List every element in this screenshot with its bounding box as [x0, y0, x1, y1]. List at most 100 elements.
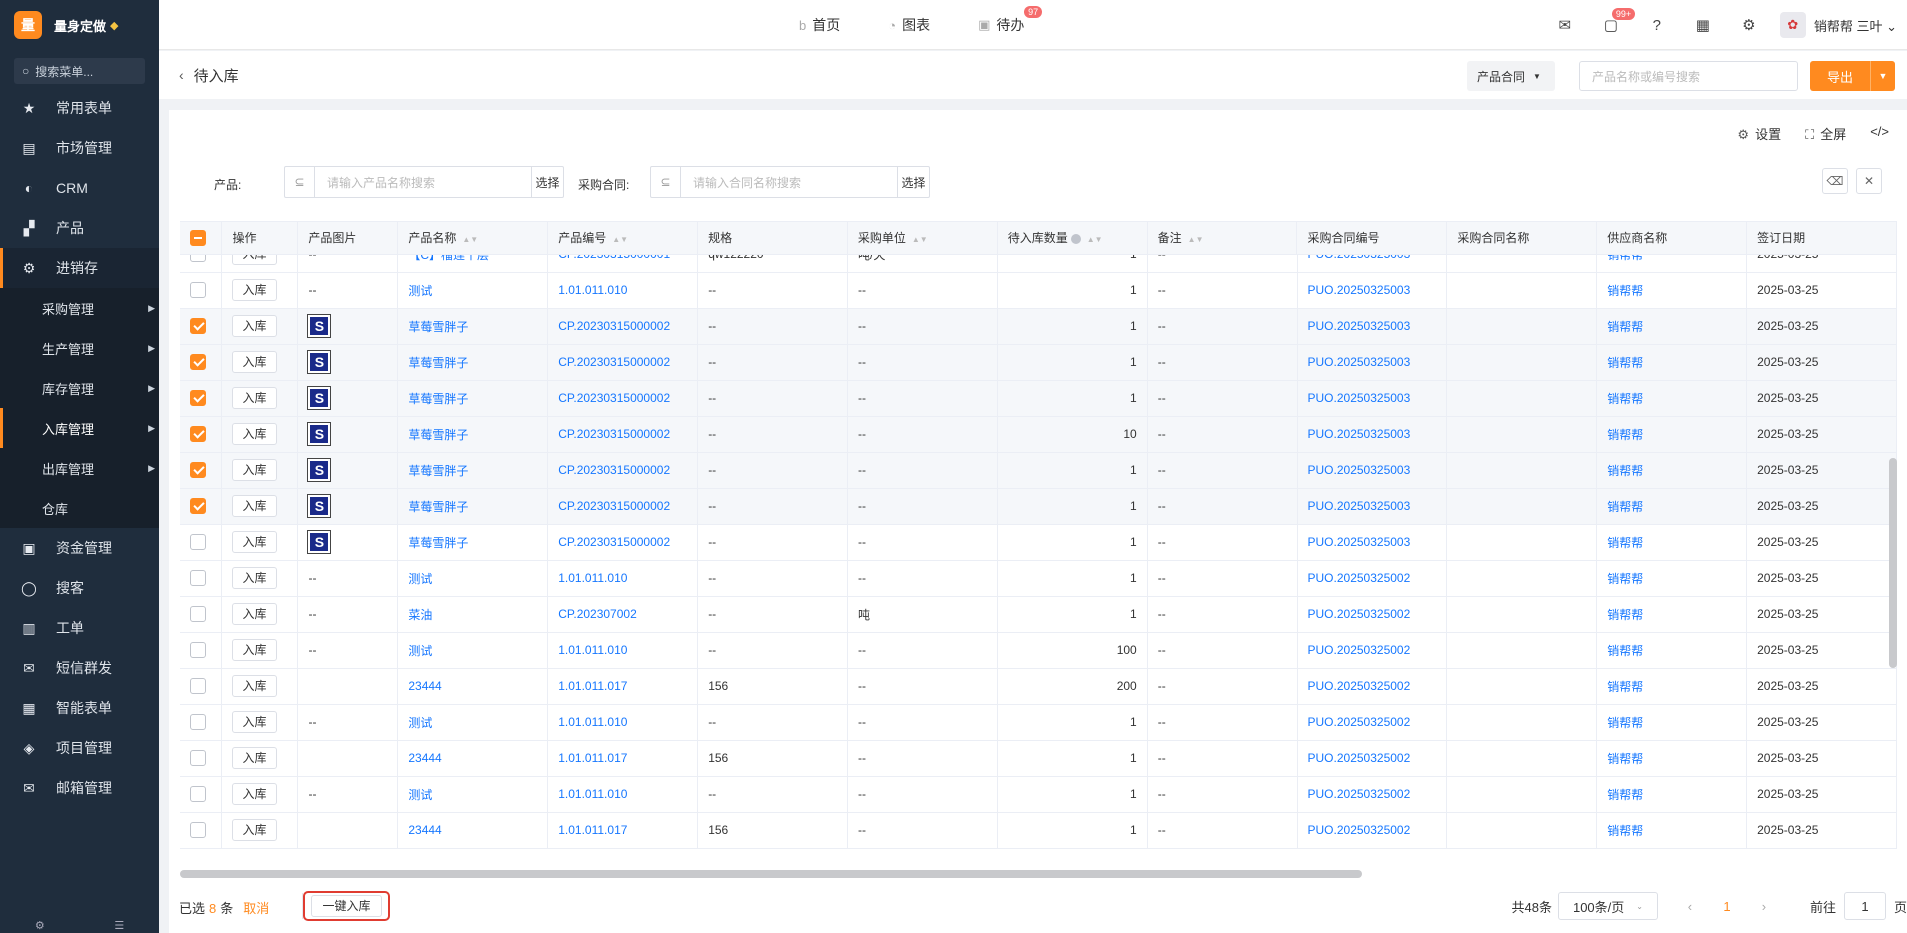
menu-search-input[interactable]: ○ 搜索菜单... [14, 58, 145, 84]
goto-page-input[interactable]: 1 [1843, 892, 1886, 920]
contract-pick-button[interactable]: 选择 [897, 167, 929, 197]
column-header-sortable[interactable]: 产品编号 ▲▼ [547, 222, 699, 255]
submenu-inbound[interactable]: 入库管理 ▶ [0, 408, 159, 448]
contract-no-link[interactable]: PUO.20250325003 [1297, 344, 1448, 381]
settings-icon[interactable]: ⚙ [35, 919, 45, 933]
fullscreen-button[interactable]: ⛶ 全屏 [1805, 124, 1846, 143]
row-checkbox[interactable] [190, 462, 206, 478]
product-filter-input[interactable]: ⊆ 请输入产品名称搜索 选择 [284, 166, 564, 198]
contract-no-link[interactable]: PUO.20250325003 [1297, 380, 1448, 417]
inbound-button[interactable]: 入库 [232, 783, 277, 805]
user-menu[interactable]: 销帮帮 三叶 ⌄ [1814, 16, 1897, 35]
supplier-link[interactable]: 销帮帮 [1596, 272, 1748, 309]
row-checkbox[interactable] [190, 642, 206, 658]
product-name-link[interactable]: 草莓雪胖子 [397, 452, 549, 489]
supplier-link[interactable]: 销帮帮 [1596, 632, 1748, 669]
supplier-link[interactable]: 销帮帮 [1596, 740, 1748, 777]
help-icon[interactable]: ? [1634, 17, 1680, 34]
product-thumbnail[interactable]: S [307, 350, 332, 374]
inbound-button[interactable]: 入库 [232, 387, 277, 409]
product-thumbnail[interactable]: S [307, 422, 332, 446]
chat-icon[interactable]: ▢ 99+ [1588, 8, 1636, 34]
sidebar-item-workorder[interactable]: ▥ 工单 [0, 608, 159, 648]
product-code-link[interactable]: CP.20230315000002 [547, 488, 699, 525]
product-name-link[interactable]: 草莓雪胖子 [397, 416, 549, 453]
product-code-link[interactable]: 1.01.011.010 [547, 632, 699, 669]
sidebar-item-product[interactable]: ▞ 产品 [0, 208, 159, 248]
contract-no-link[interactable]: PUO.20250325002 [1297, 812, 1448, 849]
row-checkbox[interactable] [190, 570, 206, 586]
sidebar-item-favorites[interactable]: ★ 常用表单 [0, 88, 159, 128]
back-button[interactable]: ‹ 待入库 [179, 51, 239, 99]
code-icon[interactable]: </> [1870, 124, 1889, 143]
supplier-link[interactable]: 销帮帮 [1596, 380, 1748, 417]
avatar[interactable]: ✿ [1779, 12, 1806, 38]
product-code-link[interactable]: 1.01.011.017 [547, 812, 699, 849]
product-code-link[interactable]: CP.20230315000002 [547, 344, 699, 381]
contract-no-link[interactable]: PUO.20250325002 [1297, 632, 1448, 669]
contract-filter-input[interactable]: ⊆ 请输入合同名称搜索 选择 [650, 166, 930, 198]
supplier-link[interactable]: 销帮帮 [1596, 452, 1748, 489]
product-name-link[interactable]: 草莓雪胖子 [397, 524, 549, 561]
clear-filter-icon[interactable]: ⌫ [1822, 168, 1848, 194]
inbound-button[interactable]: 入库 [232, 747, 277, 769]
inbound-button[interactable]: 入库 [232, 315, 277, 337]
page-size-select[interactable]: 100条/页 ⌄ [1557, 892, 1658, 920]
gear-icon[interactable]: ⚙ [1726, 16, 1772, 34]
inbound-button[interactable]: 入库 [232, 711, 277, 733]
contract-no-link[interactable]: PUO.20250325003 [1297, 524, 1448, 561]
column-header-sortable[interactable]: 备注 ▲▼ [1147, 222, 1298, 255]
product-code-link[interactable]: CP.202307002 [547, 596, 699, 633]
sidebar-item-finance[interactable]: ▣ 资金管理 [0, 528, 159, 568]
sidebar-item-email[interactable]: ✉ 邮箱管理 [0, 768, 159, 808]
supplier-link[interactable]: 销帮帮 [1596, 488, 1748, 525]
product-thumbnail[interactable]: S [307, 458, 332, 482]
nav-todo[interactable]: ▣ 待办 97 [978, 6, 1043, 35]
mail-icon[interactable]: ✉ [1542, 16, 1588, 34]
cancel-selection-link[interactable]: 取消 [243, 901, 269, 916]
supplier-link[interactable]: 销帮帮 [1596, 416, 1748, 453]
product-code-link[interactable]: CP.20230315000002 [547, 380, 699, 417]
row-checkbox[interactable] [190, 714, 206, 730]
column-header-sortable[interactable]: 产品名称 ▲▼ [397, 222, 549, 255]
sidebar-item-search-customer[interactable]: ◯ 搜客 [0, 568, 159, 608]
contract-no-link[interactable]: PUO.20250325003 [1297, 308, 1448, 345]
sidebar-item-crm[interactable]: ◐ CRM [0, 168, 159, 208]
horizontal-scrollbar[interactable] [180, 870, 1897, 878]
contract-no-link[interactable]: PUO.20250325003 [1297, 452, 1448, 489]
apps-icon[interactable]: ▦ [1680, 16, 1726, 34]
row-checkbox[interactable] [190, 282, 206, 298]
row-checkbox[interactable] [190, 822, 206, 838]
product-code-link[interactable]: 1.01.011.010 [547, 560, 699, 597]
sidebar-item-inventory[interactable]: ⚙ 进销存 [0, 248, 159, 288]
settings-button[interactable]: ⚙ 设置 [1737, 124, 1781, 143]
contract-no-link[interactable]: PUO.20250325003 [1297, 416, 1448, 453]
inbound-button[interactable]: 入库 [232, 279, 277, 301]
product-code-link[interactable]: 1.01.011.017 [547, 668, 699, 705]
contract-no-link[interactable]: PUO.20250325002 [1297, 740, 1448, 777]
inbound-button[interactable]: 入库 [232, 351, 277, 373]
contract-no-link[interactable]: PUO.20250325002 [1297, 596, 1448, 633]
product-code-link[interactable]: CP.20230315000002 [547, 452, 699, 489]
row-checkbox[interactable] [190, 678, 206, 694]
row-checkbox[interactable] [190, 786, 206, 802]
product-name-link[interactable]: 23444 [397, 668, 549, 705]
product-name-link[interactable]: 草莓雪胖子 [397, 488, 549, 525]
product-name-link[interactable]: 测试 [397, 632, 549, 669]
vertical-scrollbar[interactable] [1889, 293, 1897, 870]
brand-name[interactable]: 量身定做 [54, 16, 106, 35]
product-code-link[interactable]: 1.01.011.010 [547, 704, 699, 741]
supplier-link[interactable]: 销帮帮 [1596, 812, 1748, 849]
row-checkbox[interactable] [190, 318, 206, 334]
select-all-checkbox[interactable] [190, 229, 206, 246]
row-checkbox[interactable] [190, 750, 206, 766]
product-name-link[interactable]: 测试 [397, 704, 549, 741]
row-checkbox[interactable] [190, 498, 206, 514]
nav-home[interactable]: b 首页 [799, 15, 840, 35]
page-number[interactable]: 1 [1710, 899, 1744, 914]
export-dropdown-button[interactable]: ▼ [1871, 61, 1895, 91]
product-code-link[interactable]: CP.20230315000002 [547, 416, 699, 453]
product-name-link[interactable]: 测试 [397, 272, 549, 309]
contract-no-link[interactable]: PUO.20250325002 [1297, 560, 1448, 597]
sidebar-item-sms[interactable]: ✉ 短信群发 [0, 648, 159, 688]
